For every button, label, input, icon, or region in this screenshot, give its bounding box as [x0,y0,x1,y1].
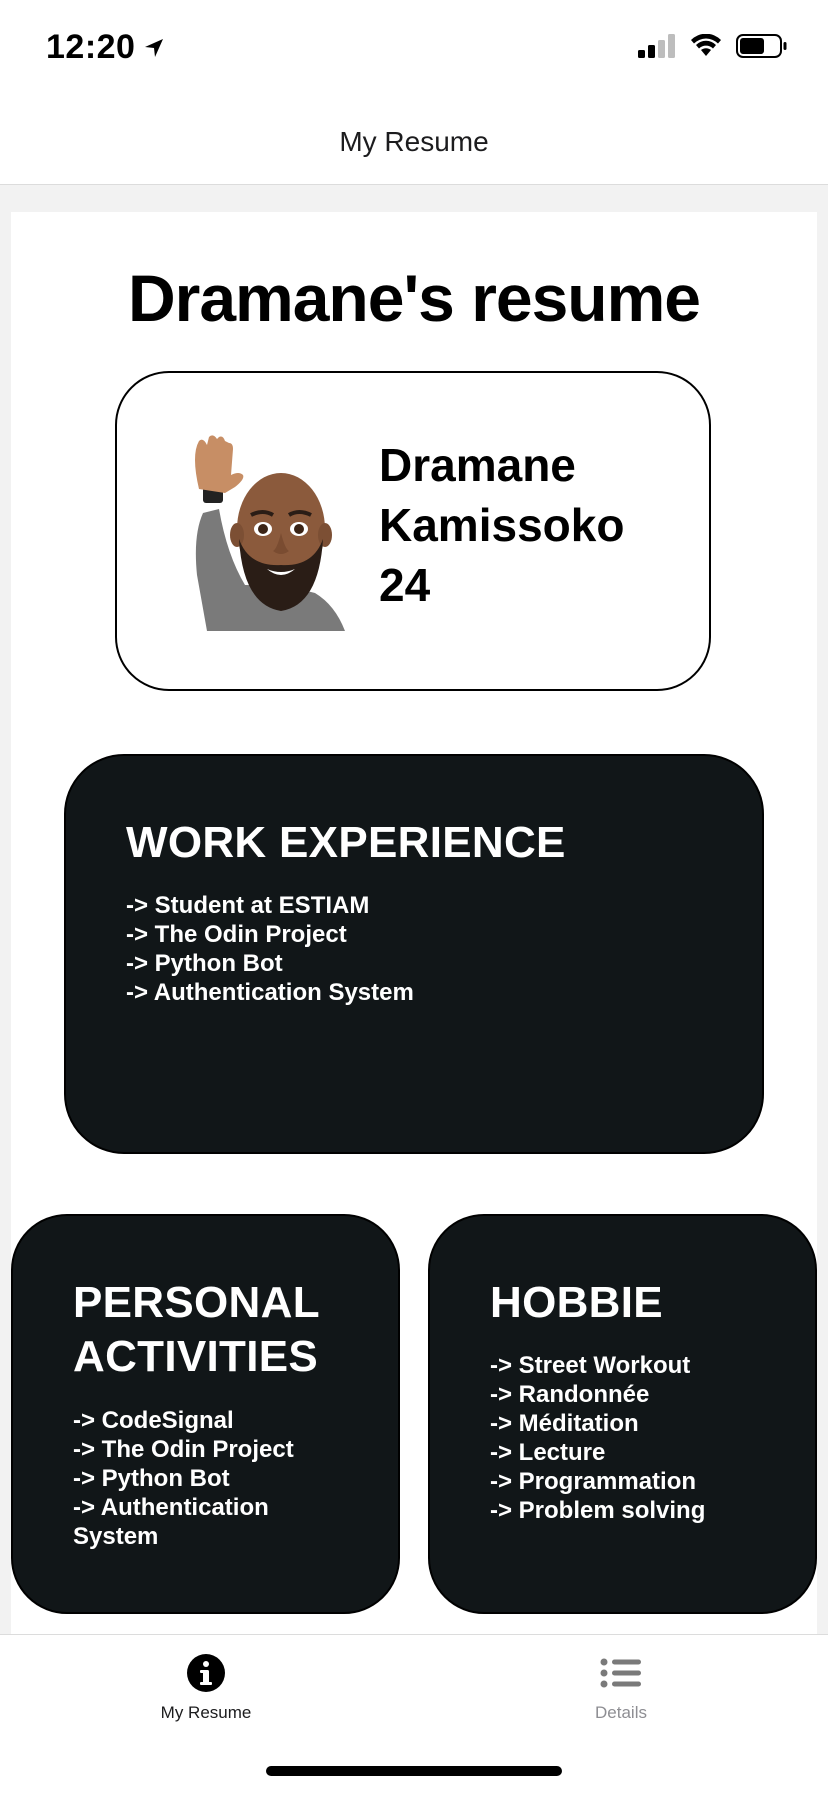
status-icons [638,34,788,58]
nav-title: My Resume [339,126,489,157]
profile-first-name: Dramane [379,439,576,491]
list-item: -> Authentication System [73,1494,269,1550]
profile-card: Dramane Kamissoko 24 [115,371,711,691]
hobbies-heading: HOBBIE [490,1278,663,1327]
tab-my-resume-label: My Resume [160,1703,252,1722]
list-item: -> Lecture [490,1439,606,1466]
page-title: Dramane's resume [127,261,701,335]
profile-last-name: Kamissoko [379,499,625,551]
location-arrow-icon [145,38,164,57]
hobbies-list: -> Street Workout -> Randonnée -> Médita… [490,1351,790,1525]
personal-activities-list: -> CodeSignal -> The Odin Project -> Pyt… [73,1406,353,1551]
profile-info: Dramane Kamissoko 24 [379,435,624,615]
list-item: -> Street Workout [490,1352,691,1379]
list-item: -> Student at ESTIAM [126,892,370,919]
tab-my-resume[interactable]: My Resume [106,1653,306,1723]
status-bar: 12:20 [0,0,828,100]
list-item: -> CodeSignal [73,1407,234,1434]
battery-icon [736,34,787,58]
list-item: -> Python Bot [126,950,283,977]
nav-header: My Resume [0,100,828,185]
wifi-icon [691,34,721,56]
status-time-text: 12:20 [46,28,136,66]
memoji-avatar-icon [195,435,345,631]
info-circle-icon [187,1654,225,1692]
list-item: -> Méditation [490,1410,639,1437]
home-indicator[interactable] [266,1766,562,1776]
profile-age: 24 [379,559,431,611]
cellular-signal-icon [638,34,675,58]
list-item: -> Programmation [490,1468,697,1495]
resume-content[interactable]: Dramane's resume Dramane Kamissoko 24 WO… [11,212,817,1634]
list-item: -> Authentication System [126,979,414,1006]
status-time: 12:20 [46,28,165,67]
work-experience-list: -> Student at ESTIAM -> The Odin Project… [126,891,726,1007]
tab-details-label: Details [595,1703,647,1722]
personal-activities-card: PERSONAL ACTIVITIES -> CodeSignal -> The… [11,1214,400,1614]
work-experience-heading: WORK EXPERIENCE [126,818,566,867]
work-experience-card: WORK EXPERIENCE -> Student at ESTIAM -> … [64,754,764,1154]
tab-details[interactable]: Details [521,1653,721,1723]
list-item: -> Randonnée [490,1381,650,1408]
list-item: -> Python Bot [73,1465,230,1492]
hobbies-card: HOBBIE -> Street Workout -> Randonnée ->… [428,1214,817,1614]
personal-activities-heading: PERSONAL ACTIVITIES [73,1278,320,1381]
list-item: -> The Odin Project [126,921,347,948]
list-item: -> The Odin Project [73,1436,294,1463]
list-icon [600,1658,641,1688]
list-item: -> Problem solving [490,1497,706,1524]
